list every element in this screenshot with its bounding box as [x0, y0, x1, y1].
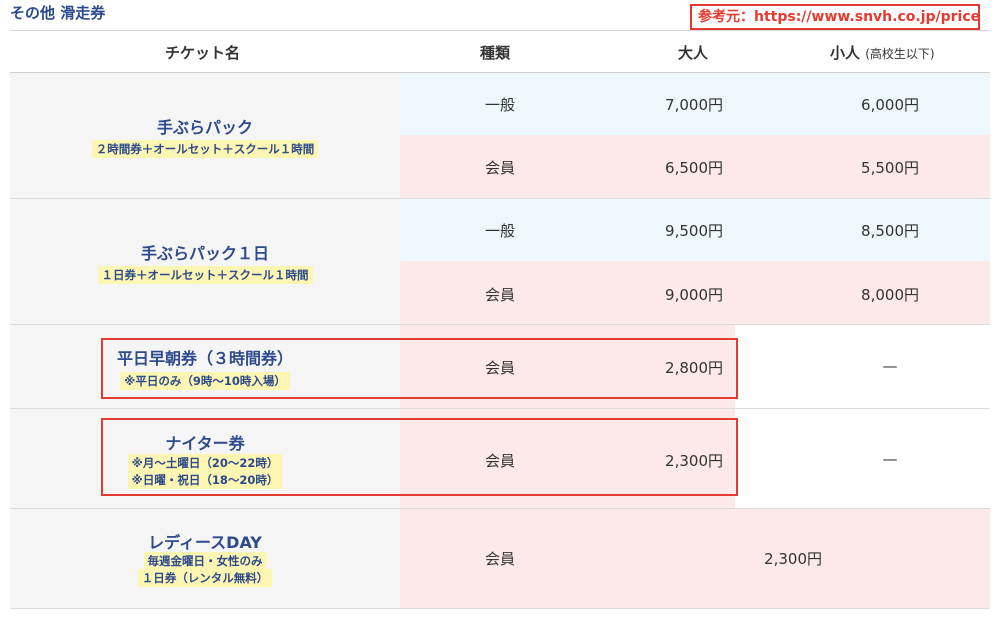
row1-member-adult-price: 6,500円 [665, 159, 723, 177]
row3-member-child-price: — [882, 357, 898, 375]
row1-ticket-name: 手ぶらパック [156, 118, 253, 137]
highlight-box-nighter [101, 418, 738, 496]
header-ticket-name: チケット名 [165, 44, 241, 62]
row2-ticket-name: 手ぶらパック１日 [140, 244, 269, 263]
row1-general-adult-price: 7,000円 [665, 96, 723, 114]
row2-ticket-note: １日券＋オールセット＋スクール１時間 [10, 264, 400, 284]
row1-general-child-price: 6,000円 [861, 96, 919, 114]
row1-member-child-price: 5,500円 [861, 159, 919, 177]
row1-member-kind: 会員 [484, 159, 515, 177]
row3-child-cell [735, 325, 990, 408]
row2-member-child-price: 8,000円 [861, 286, 919, 304]
highlight-box-early-morning [101, 338, 738, 399]
section-title: その他 滑走券 [10, 4, 106, 22]
row2-general-child-price: 8,500円 [861, 222, 919, 240]
header-adult: 大人 [678, 44, 709, 62]
row2-member-kind: 会員 [484, 286, 515, 304]
source-annotation: 参考元：https://www.snvh.co.jp/price/ [690, 4, 980, 30]
row1-ticket-note: ２時間券＋オールセット＋スクール１時間 [10, 138, 400, 158]
row-divider [10, 608, 990, 609]
row2-member-adult-price: 9,000円 [665, 286, 723, 304]
row4-member-child-price: — [882, 450, 898, 468]
row1-general-kind: 一般 [484, 96, 515, 114]
row2-general-adult-price: 9,500円 [665, 222, 723, 240]
row5-member-price: 2,300円 [764, 550, 822, 568]
header-child-note: (高校生以下) [865, 47, 935, 61]
title-divider [10, 30, 990, 31]
header-kind: 種類 [480, 44, 511, 62]
row5-ticket-note-2: １日券（レンタル無料） [10, 567, 400, 587]
header-child: 小人 (高校生以下) [830, 42, 935, 63]
row2-general-kind: 一般 [484, 222, 515, 240]
header-child-label: 小人 [830, 44, 861, 62]
row5-member-kind: 会員 [484, 550, 515, 568]
row4-child-cell [735, 409, 990, 508]
